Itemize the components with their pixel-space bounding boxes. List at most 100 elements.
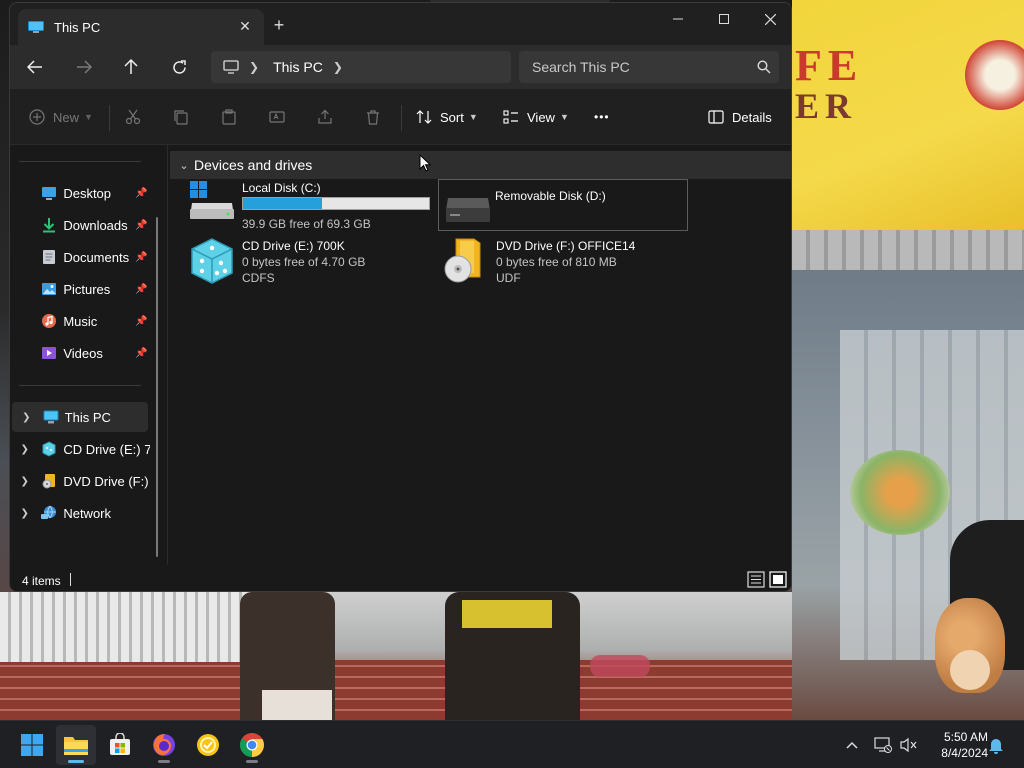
new-tab-button[interactable]: + <box>269 15 289 35</box>
chevron-down-icon: ▼ <box>84 112 93 122</box>
view-button[interactable]: View ▼ <box>503 105 569 129</box>
taskbar-firefox[interactable] <box>144 725 184 765</box>
delete-button[interactable] <box>365 105 381 129</box>
breadcrumb-this-pc[interactable]: This PC <box>273 59 323 75</box>
sidebar-item-cd-drive[interactable]: ❯ CD Drive (E:) 700K <box>10 434 150 464</box>
taskbar-store[interactable] <box>100 725 140 765</box>
clock-time: 5:50 AM <box>943 730 988 744</box>
start-button[interactable] <box>12 725 52 765</box>
close-window-button[interactable] <box>747 3 791 35</box>
sidebar-item-videos[interactable]: Videos 📌 <box>10 338 150 368</box>
cut-button[interactable] <box>125 105 141 129</box>
minimize-button[interactable] <box>655 3 701 35</box>
volume-muted-icon <box>900 737 917 753</box>
tiles-view-icon[interactable] <box>769 571 787 588</box>
drive-name: DVD Drive (F:) OFFICE14 <box>496 239 636 253</box>
file-explorer-icon <box>64 737 88 755</box>
sidebar-item-label: This PC <box>64 409 111 425</box>
pin-icon[interactable]: 📌 <box>135 284 147 295</box>
pin-icon[interactable]: 📌 <box>135 252 147 263</box>
title-bar[interactable]: This PC ✕ + <box>10 3 791 45</box>
dvd-drive-icon <box>444 238 481 283</box>
sidebar-item-this-pc[interactable]: ❯ This PC <box>12 402 148 432</box>
sidebar-item-dvd-drive[interactable]: ❯ DVD Drive (F:) OFFICE14 <box>10 466 150 496</box>
pin-icon[interactable]: 📌 <box>135 188 147 199</box>
sidebar-item-network[interactable]: ❯ Network <box>10 498 150 528</box>
pin-icon[interactable]: 📌 <box>135 220 147 231</box>
taskbar-file-explorer[interactable] <box>56 725 96 765</box>
network-status-button[interactable] <box>873 735 893 755</box>
show-hidden-icons-button[interactable] <box>842 735 862 755</box>
chrome-icon <box>240 733 264 757</box>
refresh-icon <box>172 59 186 74</box>
group-header-devices[interactable]: ⌄ Devices and drives <box>170 151 791 179</box>
cd-drive-icon <box>191 238 233 284</box>
divider <box>19 385 141 386</box>
pin-icon[interactable]: 📌 <box>135 316 147 327</box>
local-disk-icon <box>190 181 234 219</box>
share-icon <box>318 109 332 124</box>
removable-disk-icon <box>446 198 490 222</box>
new-label: New <box>53 109 80 125</box>
minimize-icon <box>673 18 683 20</box>
chevron-right-icon[interactable]: ❯ <box>16 444 33 455</box>
notifications-button[interactable] <box>986 735 1006 755</box>
search-input[interactable] <box>519 51 779 83</box>
details-pane-button[interactable]: Details <box>708 105 772 129</box>
chevron-right-icon[interactable]: ❯ <box>333 60 343 74</box>
tab-this-pc[interactable]: This PC ✕ <box>18 9 264 45</box>
drive-removable-disk-d[interactable]: Removable Disk (D:) <box>438 179 688 231</box>
details-view-icon[interactable] <box>747 571 765 588</box>
sidebar-item-pictures[interactable]: Pictures 📌 <box>10 274 150 304</box>
active-indicator <box>68 760 84 763</box>
copy-button[interactable] <box>173 105 189 129</box>
navigation-pane[interactable]: Desktop 📌 Downloads 📌 Documents 📌 Pictur… <box>10 145 166 565</box>
drive-usage-fill <box>243 198 322 209</box>
close-tab-icon[interactable]: ✕ <box>236 17 254 35</box>
system-clock[interactable]: 5:50 AM 8/4/2024 <box>922 729 988 761</box>
up-button[interactable] <box>117 55 145 79</box>
address-box[interactable]: ❯ This PC ❯ <box>211 51 511 83</box>
drive-free-space: 39.9 GB free of 69.3 GB <box>242 217 371 231</box>
view-list-icon <box>503 110 518 124</box>
address-toolbar: ❯ This PC ❯ <box>10 45 791 89</box>
taskbar-chrome[interactable] <box>232 725 272 765</box>
drive-cd-e[interactable]: CD Drive (E:) 700K 0 bytes free of 4.70 … <box>188 237 438 287</box>
wallpaper-poster <box>850 450 950 535</box>
close-icon <box>764 13 776 25</box>
more-icon: ••• <box>594 110 610 124</box>
paste-button[interactable] <box>221 105 237 129</box>
chevron-right-icon[interactable]: ❯ <box>18 412 35 423</box>
sidebar-item-label: DVD Drive (F:) OFFICE14 <box>63 473 150 489</box>
file-explorer-window[interactable]: This PC ✕ + ❯ This PC ❯ Search This PC N… <box>9 2 792 592</box>
sidebar-item-music[interactable]: Music 📌 <box>10 306 150 336</box>
chevron-right-icon[interactable]: ❯ <box>16 476 33 487</box>
drive-dvd-f[interactable]: DVD Drive (F:) OFFICE14 0 bytes free of … <box>442 237 692 287</box>
sidebar-item-documents[interactable]: Documents 📌 <box>10 242 150 272</box>
sidebar-item-downloads[interactable]: Downloads 📌 <box>10 210 150 240</box>
taskbar-norton[interactable] <box>188 725 228 765</box>
status-separator <box>70 573 71 586</box>
forward-button[interactable] <box>70 55 98 79</box>
volume-button[interactable] <box>899 735 919 755</box>
back-button[interactable] <box>21 55 49 79</box>
chevron-right-icon: ❯ <box>249 60 260 74</box>
content-pane[interactable]: ⌄ Devices and drives Local Disk (C:) 39.… <box>167 145 791 565</box>
new-button[interactable]: New ▼ <box>29 105 93 129</box>
maximize-button[interactable] <box>701 3 747 35</box>
chevron-right-icon[interactable]: ❯ <box>16 508 33 519</box>
drive-free-space: 0 bytes free of 4.70 GB <box>242 255 366 269</box>
refresh-button[interactable] <box>165 55 193 79</box>
share-button[interactable] <box>317 105 333 129</box>
sidebar-item-label: CD Drive (E:) 700K <box>63 441 150 457</box>
more-options-button[interactable]: ••• <box>594 105 610 129</box>
pin-icon[interactable]: 📌 <box>135 348 147 359</box>
chevron-up-icon <box>846 741 858 749</box>
drive-local-disk-c[interactable]: Local Disk (C:) 39.9 GB free of 69.3 GB <box>188 179 438 231</box>
sidebar-scrollbar[interactable] <box>156 217 158 557</box>
sidebar-item-desktop[interactable]: Desktop 📌 <box>10 178 150 208</box>
rename-button[interactable] <box>269 105 285 129</box>
sidebar-item-label: Network <box>63 505 112 521</box>
chevron-down-icon[interactable]: ⌄ <box>174 159 194 172</box>
sort-button[interactable]: Sort ▼ <box>416 105 478 129</box>
